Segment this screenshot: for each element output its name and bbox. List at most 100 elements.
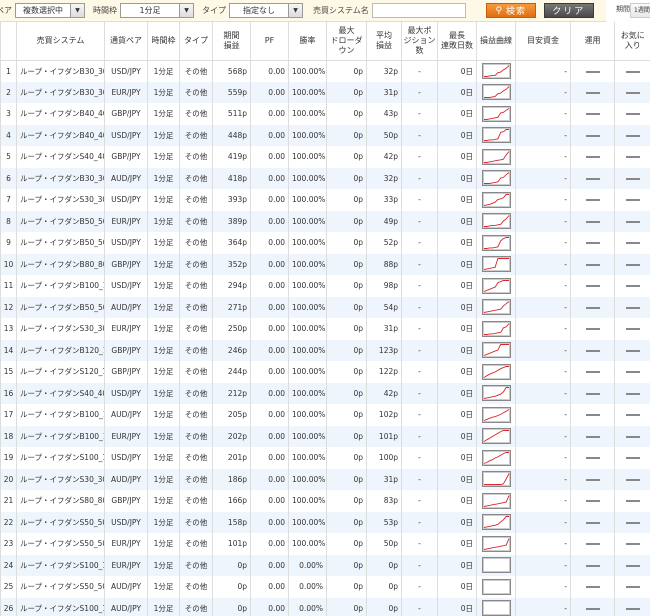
favorite-button-disabled-icon[interactable]: [625, 392, 640, 395]
chevron-down-icon[interactable]: ▼: [70, 4, 84, 17]
favorite-button-disabled-icon[interactable]: [625, 564, 640, 567]
cell-equity-curve[interactable]: [476, 103, 516, 125]
cell-system-name[interactable]: ループ・イフダンB100_100: [16, 404, 105, 426]
operate-button-disabled-icon[interactable]: [585, 392, 600, 395]
favorite-button-disabled-icon[interactable]: [625, 91, 640, 94]
operate-button-disabled-icon[interactable]: [585, 220, 600, 223]
table-row[interactable]: 17ループ・イフダンB100_100AUD/JPY1分足その他205p0.001…: [0, 404, 650, 426]
operate-button-disabled-icon[interactable]: [585, 521, 600, 524]
header-max-losing-streak[interactable]: 最長 連敗日数: [437, 22, 477, 61]
operate-button-disabled-icon[interactable]: [585, 349, 600, 352]
header-win-rate[interactable]: 勝率: [288, 22, 327, 61]
equity-curve-thumbnail[interactable]: [481, 256, 511, 273]
favorite-button-disabled-icon[interactable]: [625, 435, 640, 438]
table-row[interactable]: 24ループ・イフダンS100_100EUR/JPY1分足その他0p0.000.0…: [0, 554, 650, 576]
favorite-button-disabled-icon[interactable]: [625, 285, 640, 288]
cell-equity-curve[interactable]: [476, 167, 516, 189]
table-row[interactable]: 19ループ・イフダンS100_100USD/JPY1分足その他201p0.001…: [0, 447, 650, 469]
favorite-button-disabled-icon[interactable]: [625, 500, 640, 503]
equity-curve-thumbnail[interactable]: [481, 514, 511, 531]
search-button[interactable]: ⚲ 検索: [485, 3, 536, 18]
cell-equity-curve[interactable]: [476, 554, 516, 576]
cell-equity-curve[interactable]: [476, 318, 516, 340]
operate-button-disabled-icon[interactable]: [585, 91, 600, 94]
favorite-button-disabled-icon[interactable]: [625, 156, 640, 159]
cell-equity-curve[interactable]: [476, 189, 516, 211]
favorite-button-disabled-icon[interactable]: [625, 607, 640, 610]
cell-equity-curve[interactable]: [476, 533, 516, 555]
cell-system-name[interactable]: ループ・イフダンB100_100: [16, 425, 105, 447]
header-type[interactable]: タイプ: [179, 22, 213, 61]
favorite-button-disabled-icon[interactable]: [625, 543, 640, 546]
cell-system-name[interactable]: ループ・イフダンB80_80: [16, 253, 105, 275]
favorite-button-disabled-icon[interactable]: [625, 220, 640, 223]
table-row[interactable]: 14ループ・イフダンB120_120GBP/JPY1分足その他246p0.001…: [0, 339, 650, 361]
operate-button-disabled-icon[interactable]: [585, 113, 600, 116]
header-recommended-capital[interactable]: 目安資金: [515, 22, 571, 61]
equity-curve-thumbnail[interactable]: [481, 471, 511, 488]
table-row[interactable]: 5 ループ・イフダンS40_40 GBP/JPY 1分足 その他 419p 0.00 100.…: [0, 146, 650, 168]
cell-system-name[interactable]: ループ・イフダンB50_50: [16, 296, 105, 318]
equity-curve-thumbnail[interactable]: [481, 277, 511, 294]
header-equity-curve[interactable]: 損益曲線: [476, 22, 516, 61]
system-name-input[interactable]: [371, 3, 466, 18]
cell-system-name[interactable]: ループ・イフダンB50_50: [16, 210, 105, 232]
table-row[interactable]: 12 ループ・イフダンB50_50 AUD/JPY 1分足 その他 271p 0.00 100…: [0, 296, 650, 318]
operate-button-disabled-icon[interactable]: [585, 285, 600, 288]
cell-equity-curve[interactable]: [476, 404, 516, 426]
equity-curve-thumbnail[interactable]: [481, 105, 511, 122]
type-select[interactable]: 指定なし ▼: [229, 3, 303, 18]
chevron-down-icon[interactable]: ▼: [179, 4, 193, 17]
operate-button-disabled-icon[interactable]: [585, 306, 600, 309]
cell-system-name[interactable]: ループ・イフダンB40_40: [16, 124, 105, 146]
operate-button-disabled-icon[interactable]: [585, 564, 600, 567]
equity-curve-thumbnail[interactable]: [481, 170, 511, 187]
operate-button-disabled-icon[interactable]: [585, 607, 600, 610]
cell-equity-curve[interactable]: [476, 210, 516, 232]
cell-equity-curve[interactable]: [476, 275, 516, 297]
header-currency-pair[interactable]: 通貨ペア: [104, 22, 148, 61]
equity-curve-thumbnail[interactable]: [481, 342, 511, 359]
cell-equity-curve[interactable]: [476, 597, 516, 616]
cell-system-name[interactable]: ループ・イフダンB30_30: [16, 81, 105, 103]
favorite-button-disabled-icon[interactable]: [625, 457, 640, 460]
table-row[interactable]: 4 ループ・イフダンB40_40 USD/JPY 1分足 その他 448p 0.00 100.…: [0, 124, 650, 146]
favorite-button-disabled-icon[interactable]: [625, 242, 640, 245]
favorite-button-disabled-icon[interactable]: [625, 521, 640, 524]
cell-system-name[interactable]: ループ・イフダンS30_30: [16, 468, 105, 490]
cell-equity-curve[interactable]: [476, 60, 516, 82]
cell-equity-curve[interactable]: [476, 468, 516, 490]
cell-system-name[interactable]: ループ・イフダンS100_100: [16, 447, 105, 469]
favorite-button-disabled-icon[interactable]: [625, 478, 640, 481]
table-row[interactable]: 2 ループ・イフダンB30_30 EUR/JPY 1分足 その他 559p 0.00 100.…: [0, 81, 650, 103]
equity-curve-thumbnail[interactable]: [481, 578, 511, 595]
favorite-button-disabled-icon[interactable]: [625, 113, 640, 116]
table-row[interactable]: 26ループ・イフダンS100_100AUD/JPY1分足その他0p0.000.0…: [0, 597, 650, 616]
cell-equity-curve[interactable]: [476, 124, 516, 146]
table-row[interactable]: 16 ループ・イフダンS40_40 USD/JPY 1分足 その他 212p 0.00 100…: [0, 382, 650, 404]
favorite-button-disabled-icon[interactable]: [625, 349, 640, 352]
favorite-button-disabled-icon[interactable]: [625, 199, 640, 202]
header-period-profit[interactable]: 期間 損益: [212, 22, 251, 61]
timeframe-select[interactable]: 1分足 ▼: [120, 3, 194, 18]
favorite-button-disabled-icon[interactable]: [625, 306, 640, 309]
header-max-drawdown[interactable]: 最大 ドローダウン: [326, 22, 367, 61]
equity-curve-thumbnail[interactable]: [481, 148, 511, 165]
cell-equity-curve[interactable]: [476, 425, 516, 447]
operate-button-disabled-icon[interactable]: [585, 199, 600, 202]
favorite-button-disabled-icon[interactable]: [625, 328, 640, 331]
cell-system-name[interactable]: ループ・イフダンS50_50: [16, 576, 105, 598]
cell-system-name[interactable]: ループ・イフダンB100_100: [16, 275, 105, 297]
clear-button[interactable]: クリア: [543, 3, 594, 18]
operate-button-disabled-icon[interactable]: [585, 177, 600, 180]
cell-system-name[interactable]: ループ・イフダンS80_80: [16, 490, 105, 512]
cell-equity-curve[interactable]: [476, 576, 516, 598]
table-row[interactable]: 22 ループ・イフダンS50_50 USD/JPY 1分足 その他 158p 0.00 100…: [0, 511, 650, 533]
operate-button-disabled-icon[interactable]: [585, 500, 600, 503]
header-profit-factor[interactable]: PF: [250, 22, 289, 61]
cell-system-name[interactable]: ループ・イフダンS120_120: [16, 361, 105, 383]
equity-curve-thumbnail[interactable]: [481, 449, 511, 466]
equity-curve-thumbnail[interactable]: [481, 299, 511, 316]
equity-curve-thumbnail[interactable]: [481, 600, 511, 616]
favorite-button-disabled-icon[interactable]: [625, 70, 640, 73]
